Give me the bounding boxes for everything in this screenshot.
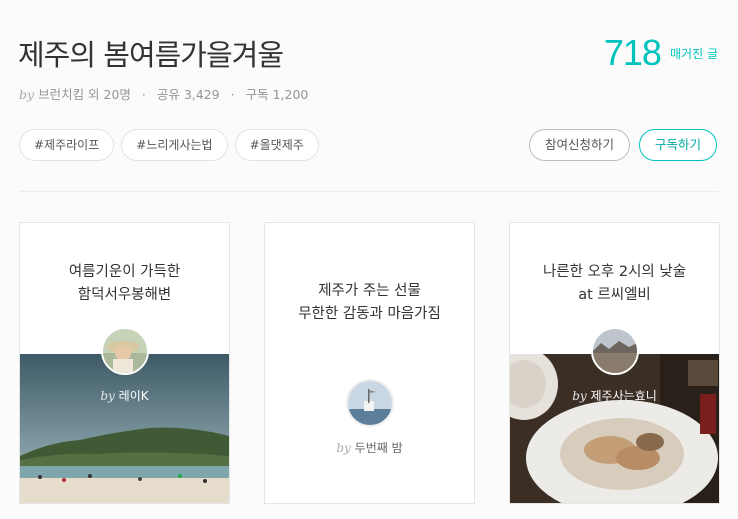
magazine-meta: by 브런치킴 외 20명 · 공유 3,429 · 구독 1,200	[19, 84, 308, 103]
card-byline: by 제주사는효니	[510, 387, 719, 404]
card-photo-beach	[20, 354, 229, 503]
meta-separator: ·	[141, 87, 146, 102]
card-byline: by 두번째 밤	[265, 439, 474, 456]
subscriber-count: 구독 1,200	[245, 87, 309, 102]
tag-slow-living[interactable]: #느리게사는법	[121, 129, 228, 161]
by-label: by	[572, 389, 587, 403]
join-request-button[interactable]: 참여신청하기	[529, 129, 631, 161]
author-name[interactable]: 제주사는효니	[591, 389, 657, 403]
tag-jeju-life[interactable]: #제주라이프	[19, 129, 115, 161]
subscribe-button[interactable]: 구독하기	[639, 129, 718, 161]
article-count-label: 매거진 글	[670, 46, 718, 61]
meta-separator: ·	[230, 87, 235, 102]
by-label: by	[100, 389, 115, 403]
card-byline: by 레이K	[20, 387, 229, 404]
author-name[interactable]: 두번째 밤	[355, 441, 403, 455]
magazine-title: 제주의 봄여름가을겨울	[18, 38, 284, 72]
share-count: 공유 3,429	[156, 87, 220, 102]
by-label: by	[19, 87, 35, 102]
card-title: 여름기운이 가득한 함덕서우봉해변	[20, 261, 229, 307]
by-label: by	[336, 441, 351, 455]
article-card[interactable]: 제주가 주는 선물 무한한 감동과 마음가짐 by 두번째 밤	[264, 222, 475, 504]
author-avatar[interactable]	[100, 327, 149, 375]
tag-all-that-jeju[interactable]: #올댓제주	[234, 129, 319, 161]
article-card[interactable]: 나른한 오후 2시의 낮술 at 르씨엘비 by 제주사는효니	[509, 222, 720, 504]
card-title-line: 제주가 주는 선물	[318, 283, 421, 299]
article-card[interactable]: 여름기운이 가득한 함덕서우봉해변 by 레이K	[19, 222, 230, 504]
tag-list: #제주라이프 #느리게사는법 #올댓제주	[19, 129, 319, 161]
card-title-line: 나른한 오후 2시의 낮술	[542, 264, 687, 280]
card-title-line: at 르씨엘비	[578, 287, 651, 303]
divider	[19, 191, 719, 192]
card-title-line: 여름기운이 가득한	[68, 264, 181, 280]
card-title-line: 무한한 감동과 마음가짐	[298, 306, 441, 322]
card-photo-dish	[510, 354, 719, 503]
article-count[interactable]: 718 매거진 글	[604, 32, 718, 74]
article-count-number: 718	[603, 32, 662, 73]
card-title-line: 함덕서우봉해변	[77, 287, 172, 303]
author-name[interactable]: 레이K	[119, 389, 149, 403]
author-list[interactable]: 브런치킴 외 20명	[38, 87, 131, 102]
card-title: 나른한 오후 2시의 낮술 at 르씨엘비	[510, 261, 719, 307]
author-avatar[interactable]	[590, 327, 639, 375]
card-title: 제주가 주는 선물 무한한 감동과 마음가짐	[265, 280, 474, 326]
author-avatar[interactable]	[345, 379, 394, 427]
